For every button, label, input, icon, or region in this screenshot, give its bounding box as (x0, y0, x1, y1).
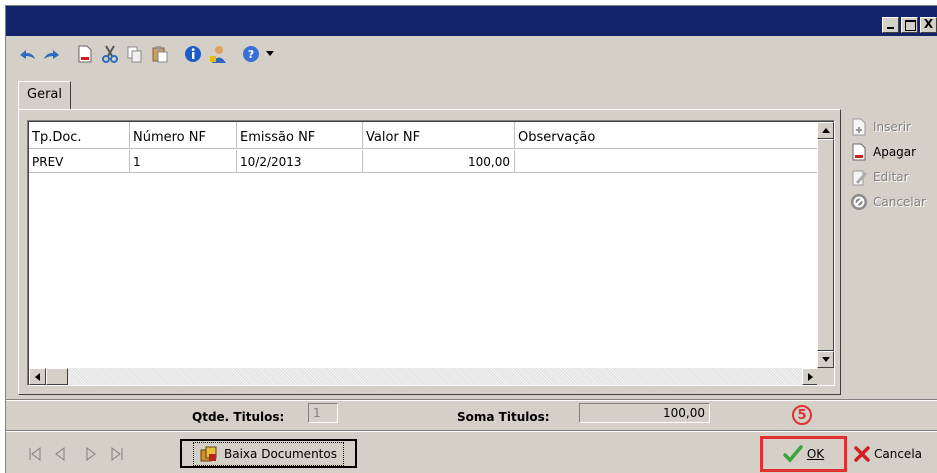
apagar-label: Apagar (873, 144, 917, 159)
documents-grid[interactable]: Tp.Doc. Número NF Emissão NF Valor NF Ob… (27, 120, 835, 386)
cell-observacao[interactable] (515, 150, 821, 172)
baixa-documentos-label: Baixa Documentos (224, 446, 337, 461)
baixa-documentos-focus: Baixa Documentos (193, 441, 344, 466)
column-header-emissao-nf[interactable]: Emissão NF (237, 122, 363, 148)
scrollbar-corner (817, 368, 834, 385)
cell-valor-nf[interactable]: 100,00 (363, 150, 515, 172)
scroll-left-button[interactable] (29, 368, 46, 385)
previous-record-icon[interactable] (49, 443, 71, 465)
grid-header: Tp.Doc. Número NF Emissão NF Valor NF Ob… (29, 122, 821, 149)
divider-bottom (6, 430, 937, 432)
column-header-valor-nf[interactable]: Valor NF (363, 122, 515, 148)
delete-document-icon (850, 143, 868, 161)
horizontal-scroll-thumb[interactable] (46, 368, 68, 385)
qtde-titulos-field: 1 (308, 403, 338, 423)
vertical-scroll-thumb[interactable] (817, 139, 834, 351)
cut-icon[interactable] (99, 43, 121, 65)
paste-icon[interactable] (149, 43, 171, 65)
bottom-bar: Baixa Documentos OK Cancela (6, 436, 937, 473)
divider (6, 399, 937, 401)
info-icon[interactable] (182, 43, 204, 65)
column-header-tp-doc[interactable]: Tp.Doc. (29, 122, 130, 148)
documents-stack-icon (200, 446, 217, 461)
tab-strip: Geral (18, 81, 71, 110)
minimize-button[interactable] (882, 17, 899, 33)
cell-tp-doc[interactable]: PREV (29, 150, 130, 172)
baixa-documentos-button[interactable]: Baixa Documentos (180, 439, 357, 468)
scroll-up-button[interactable] (817, 122, 834, 139)
window-controls: X (882, 17, 937, 33)
qtde-titulos-label: Qtde. Titulos: (192, 410, 285, 424)
undo-icon[interactable] (16, 43, 38, 65)
check-icon (783, 445, 803, 463)
tab-geral-label: Geral (27, 87, 62, 102)
new-document-icon[interactable] (74, 43, 96, 65)
cancela-label: Cancela (874, 447, 923, 461)
cancel-circle-icon (850, 193, 868, 211)
insert-document-icon (850, 118, 868, 136)
edit-document-icon (850, 168, 868, 186)
next-record-icon[interactable] (80, 443, 102, 465)
table-row[interactable]: PREV 1 10/2/2013 100,00 (29, 150, 821, 173)
scroll-down-button[interactable] (817, 351, 834, 368)
cell-emissao-nf[interactable]: 10/2/2013 (237, 150, 363, 172)
dialog-window: X ? Geral Tp.Doc. Número NF Emissão NF V… (5, 5, 937, 473)
inserir-button[interactable]: Inserir (850, 114, 937, 139)
horizontal-scrollbar[interactable] (29, 368, 819, 385)
arrow-up-icon (821, 128, 830, 133)
apagar-button[interactable]: Apagar (850, 139, 937, 164)
column-header-observacao[interactable]: Observação (515, 122, 821, 148)
ok-label: OK (806, 447, 825, 461)
soma-titulos-field: 100,00 (579, 403, 710, 423)
ok-button[interactable]: OK (760, 436, 847, 472)
svg-text:?: ? (248, 48, 254, 61)
close-x-icon (854, 446, 870, 462)
soma-titulos-label: Soma Titulos: (457, 410, 550, 424)
cell-numero-nf[interactable]: 1 (130, 150, 237, 172)
step-badge: 5 (792, 405, 812, 425)
tab-geral[interactable]: Geral (18, 81, 71, 110)
side-actions: Inserir Apagar Editar Cancelar (850, 114, 937, 214)
tab-panel-geral: Tp.Doc. Número NF Emissão NF Valor NF Ob… (18, 109, 841, 395)
column-header-numero-nf[interactable]: Número NF (130, 122, 237, 148)
cancelar-button[interactable]: Cancelar (850, 189, 937, 214)
copy-icon[interactable] (124, 43, 146, 65)
dropdown-arrow-icon[interactable] (265, 43, 275, 65)
help-icon[interactable]: ? (240, 43, 262, 65)
redo-icon[interactable] (41, 43, 63, 65)
arrow-down-icon (821, 357, 830, 362)
arrow-right-icon (808, 372, 813, 381)
maximize-button[interactable] (901, 17, 918, 33)
first-record-icon[interactable] (24, 443, 46, 465)
editar-label: Editar (873, 169, 909, 184)
close-button[interactable]: X (920, 17, 937, 33)
last-record-icon[interactable] (106, 443, 128, 465)
title-bar: X (6, 6, 937, 36)
cancela-button[interactable]: Cancela (854, 442, 922, 466)
cancelar-label: Cancelar (873, 194, 926, 209)
inserir-label: Inserir (873, 119, 911, 134)
vertical-scrollbar[interactable] (817, 122, 834, 368)
arrow-left-icon (35, 372, 40, 381)
user-icon[interactable] (207, 43, 229, 65)
editar-button[interactable]: Editar (850, 164, 937, 189)
toolbar: ? (6, 39, 937, 69)
